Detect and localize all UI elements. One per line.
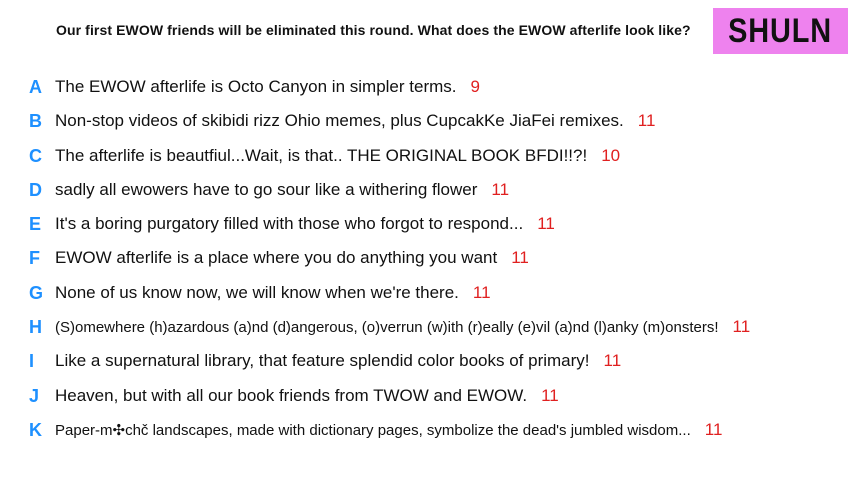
response-count: 11	[732, 317, 751, 336]
response-count: 11	[704, 420, 723, 439]
response-letter: A	[29, 76, 42, 97]
response-count: 11	[491, 180, 510, 199]
response-letter: I	[29, 350, 35, 371]
response-text: The afterlife is beautfiul...Wait, is th…	[55, 146, 621, 165]
response-text: None of us know now, we will know when w…	[55, 283, 491, 302]
response-letter: F	[29, 247, 40, 268]
prompt-text: Our first EWOW friends will be eliminate…	[56, 22, 691, 38]
response-count: 11	[603, 351, 622, 370]
response-text: The EWOW afterlife is Octo Canyon in sim…	[55, 77, 480, 96]
response-letter: B	[29, 110, 42, 131]
response-count: 11	[637, 111, 656, 130]
response-text: Heaven, but with all our book friends fr…	[55, 386, 559, 405]
response-text: sadly all ewowers have to go sour like a…	[55, 180, 510, 199]
round-code-text: SHULN	[728, 11, 833, 50]
response-letter: D	[29, 179, 42, 200]
response-count: 11	[537, 214, 555, 233]
response-text: Non-stop videos of skibidi rizz Ohio mem…	[55, 111, 656, 130]
response-letter: J	[29, 385, 40, 406]
response-count: 9	[470, 77, 480, 96]
response-letter: C	[29, 145, 42, 166]
response-letter: G	[29, 282, 44, 303]
response-text: It's a boring purgatory filled with thos…	[55, 214, 555, 233]
round-code-badge: SHULN	[713, 8, 848, 54]
response-text: Like a supernatural library, that featur…	[55, 351, 622, 370]
response-text: EWOW afterlife is a place where you do a…	[55, 248, 529, 267]
response-letter: E	[29, 213, 42, 234]
response-letter: K	[29, 419, 42, 440]
response-count: 10	[601, 146, 621, 165]
response-text: (S)omewhere (h)azardous (a)nd (d)angerou…	[55, 317, 751, 336]
response-count: 11	[511, 248, 529, 267]
response-letter: H	[29, 316, 42, 337]
response-text: Paper-m✣chč landscapes, made with dictio…	[55, 420, 723, 439]
response-count: 11	[541, 386, 559, 405]
response-count: 11	[472, 283, 491, 302]
